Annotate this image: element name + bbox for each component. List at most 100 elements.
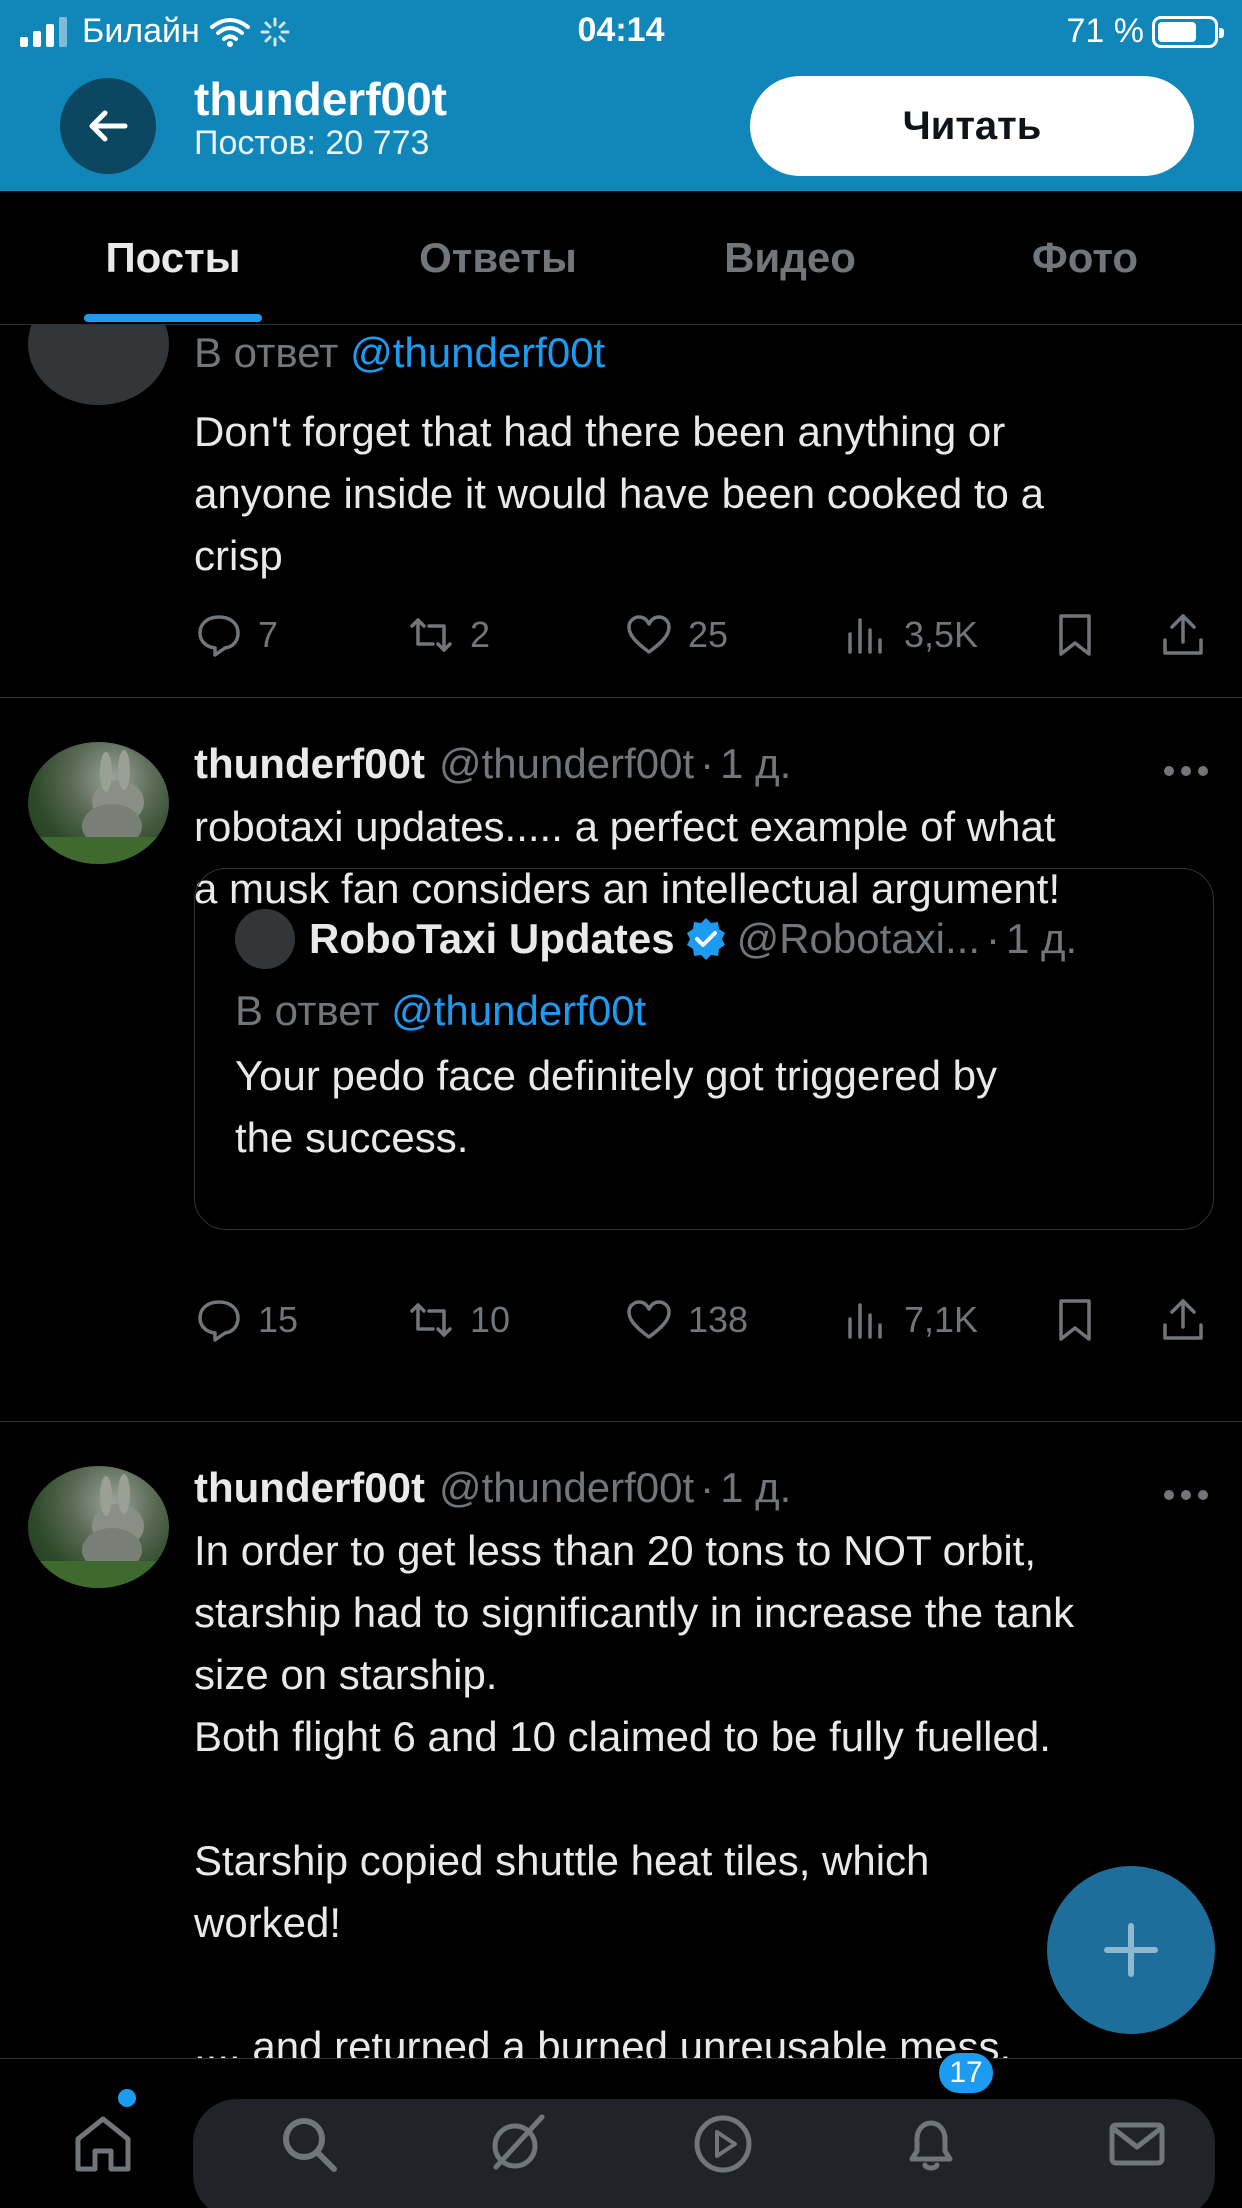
post-header: thunderf00t @thunderf00t · 1 д.	[194, 1458, 1214, 1518]
bunny-photo-icon	[28, 1474, 169, 1588]
arrow-left-icon	[89, 110, 128, 142]
bell-icon	[909, 2120, 953, 2171]
compose-button[interactable]	[1047, 1866, 1215, 2034]
reply-prefix: В ответ	[235, 987, 380, 1034]
nav-messages[interactable]	[1092, 2099, 1182, 2189]
avatar[interactable]	[28, 742, 169, 864]
reply-context: В ответ @thunderf00t	[194, 325, 1214, 381]
post-item[interactable]: thunderf00t @thunderf00t · 1 д. robotaxi…	[0, 698, 1242, 1422]
profile-tabs: Посты Ответы Видео Фото	[0, 191, 1242, 325]
nav-home[interactable]	[58, 2099, 148, 2189]
bookmark-icon	[1059, 614, 1091, 656]
nav-notifications[interactable]	[886, 2099, 976, 2189]
bookmark-icon	[1059, 1299, 1091, 1341]
views-icon	[848, 618, 882, 654]
bottom-navigation	[0, 2058, 1242, 2208]
plus-icon	[1104, 1923, 1158, 1977]
battery-percent: 71 %	[1066, 12, 1145, 50]
active-tab-indicator	[84, 314, 262, 322]
share-icon	[1163, 1299, 1203, 1340]
heart-icon	[627, 615, 671, 654]
repost-icon	[410, 1303, 452, 1337]
profile-name: thunderf00t	[194, 73, 447, 125]
repost-count: 2	[470, 614, 491, 655]
like-count: 138	[688, 1299, 749, 1340]
separator: ·	[700, 1464, 715, 1511]
post-actions: 15 10 138 7,1K	[194, 1290, 1214, 1350]
post-time: 1 д.	[720, 1464, 792, 1511]
author-handle[interactable]: @thunderf00t	[439, 740, 694, 788]
share-button[interactable]	[1158, 1290, 1208, 1350]
repost-button[interactable]: 2	[406, 605, 490, 665]
repost-count: 10	[470, 1299, 511, 1340]
profile-header: Билайн 04:14 71 % thunderf00t Постов: 20…	[0, 0, 1242, 191]
reply-count: 15	[258, 1299, 299, 1340]
tab-videos[interactable]: Видео	[690, 191, 890, 325]
like-button[interactable]: 138	[624, 1290, 748, 1350]
more-options-icon[interactable]	[1164, 1490, 1208, 1502]
views-count: 7,1K	[904, 1299, 979, 1340]
share-button[interactable]	[1158, 605, 1208, 665]
posts-count: Постов: 20 773	[194, 124, 430, 162]
reply-prefix: В ответ	[194, 329, 339, 376]
play-circle-icon	[694, 2115, 752, 2173]
back-button[interactable]	[60, 78, 156, 174]
quoted-author-name: RoboTaxi Updates	[309, 915, 675, 962]
follow-button[interactable]: Читать	[750, 76, 1194, 176]
nav-videos[interactable]	[678, 2099, 768, 2189]
bunny-photo-icon	[28, 750, 169, 864]
reply-mention-link[interactable]: @thunderf00t	[350, 329, 605, 376]
views-button[interactable]: 7,1K	[840, 1290, 978, 1350]
battery-icon	[1152, 15, 1224, 48]
quoted-avatar	[235, 909, 295, 969]
author-handle[interactable]: @thunderf00t	[439, 1464, 694, 1512]
reply-icon	[198, 615, 240, 657]
status-bar: Билайн 04:14 71 %	[0, 0, 1242, 62]
quoted-post-time: 1 д.	[1006, 915, 1078, 962]
quoted-reply-context: В ответ @thunderf00t	[235, 987, 646, 1035]
avatar[interactable]	[28, 1466, 169, 1588]
more-options-icon[interactable]	[1164, 766, 1208, 778]
views-count: 3,5K	[904, 614, 979, 655]
quoted-post-text: Your pedo face definitely got triggered …	[235, 1052, 997, 1161]
notifications-badge: 17	[936, 2050, 996, 2096]
heart-icon	[627, 1300, 671, 1339]
battery-fill	[1158, 21, 1197, 42]
nav-grok[interactable]	[472, 2099, 562, 2189]
bookmark-button[interactable]	[1050, 605, 1100, 665]
post-actions: 7 2 25 3,5K	[194, 605, 1214, 665]
verified-badge-icon	[686, 918, 725, 960]
mail-icon	[1109, 2122, 1165, 2166]
like-count: 25	[688, 614, 729, 655]
reply-button[interactable]: 15	[194, 1290, 298, 1350]
repost-button[interactable]: 10	[406, 1290, 510, 1350]
home-unread-dot	[118, 2089, 136, 2107]
quoted-author-handle: @Robotaxi...	[736, 915, 981, 962]
post-text: Don't forget that had there been anythin…	[194, 408, 1044, 579]
tab-posts[interactable]: Посты	[60, 191, 286, 325]
author-name[interactable]: thunderf00t	[194, 740, 425, 788]
quoted-post-header: RoboTaxi Updates @Robotaxi... · 1 д.	[235, 909, 1077, 969]
quoted-post[interactable]: RoboTaxi Updates @Robotaxi... · 1 д. В о…	[194, 868, 1214, 1230]
avatar[interactable]	[28, 325, 169, 405]
repost-icon	[410, 618, 452, 652]
post-feed: В ответ @thunderf00t Don't forget that h…	[0, 325, 1242, 2058]
nav-search[interactable]	[264, 2099, 354, 2189]
reply-mention-link[interactable]: @thunderf00t	[391, 987, 646, 1034]
post-header: thunderf00t @thunderf00t · 1 д.	[194, 734, 1214, 794]
tab-replies[interactable]: Ответы	[380, 191, 616, 325]
like-button[interactable]: 25	[624, 605, 728, 665]
reply-icon	[198, 1300, 240, 1342]
clock: 04:14	[577, 11, 665, 49]
reply-button[interactable]: 7	[194, 605, 278, 665]
search-icon	[283, 2118, 337, 2172]
separator: ·	[986, 915, 1001, 962]
grok-icon	[492, 2114, 545, 2170]
post-item[interactable]: В ответ @thunderf00t Don't forget that h…	[0, 325, 1242, 698]
views-button[interactable]: 3,5K	[840, 605, 978, 665]
tab-photos[interactable]: Фото	[990, 191, 1180, 325]
author-name[interactable]: thunderf00t	[194, 1464, 425, 1512]
app-root: Билайн 04:14 71 % thunderf00t Постов: 20…	[0, 0, 1242, 2208]
bookmark-button[interactable]	[1050, 1290, 1100, 1350]
post-time: 1 д.	[720, 740, 792, 787]
